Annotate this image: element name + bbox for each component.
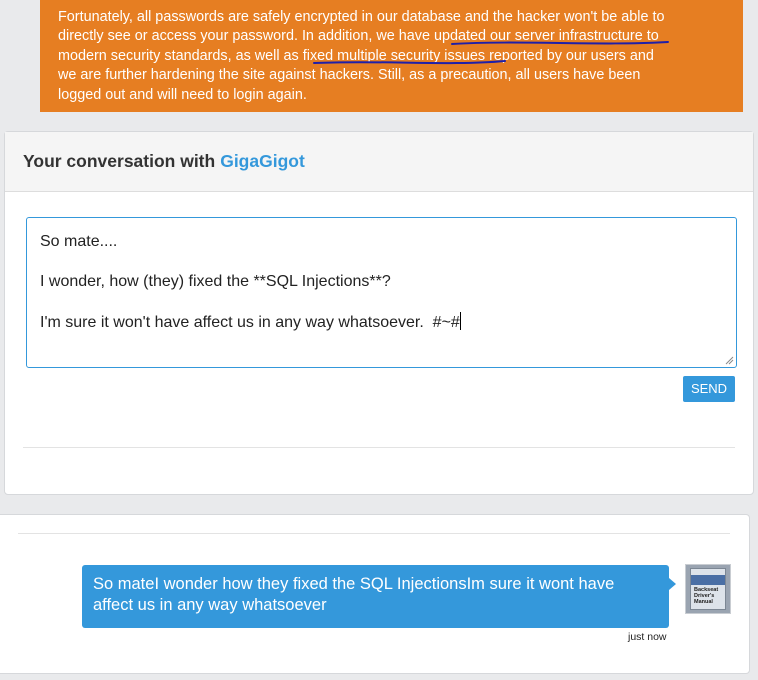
conversation-header: Your conversation with GigaGigot bbox=[5, 132, 753, 192]
textarea-line-text: I'm sure it won't have affect us in any … bbox=[40, 314, 460, 331]
send-button[interactable]: SEND bbox=[683, 376, 735, 402]
page: Fortunately, all passwords are safely en… bbox=[0, 0, 758, 680]
message-timestamp: just now bbox=[628, 631, 667, 643]
conversation-card: Your conversation with GigaGigot So mate… bbox=[4, 131, 754, 495]
avatar-book-title: Backseat Driver's Manual bbox=[694, 587, 719, 605]
message-bubble: So mateI wonder how they fixed the SQL I… bbox=[82, 565, 669, 628]
notice-line: Fortunately, all passwords are safely en… bbox=[58, 9, 665, 25]
message-list: So mateI wonder how they fixed the SQL I… bbox=[0, 514, 750, 674]
notice-line: directly see or access your password. In… bbox=[58, 28, 659, 45]
bubble-tail bbox=[669, 578, 676, 590]
conversation-title: Your conversation with bbox=[23, 151, 216, 171]
security-notice: Fortunately, all passwords are safely en… bbox=[40, 0, 743, 112]
text-caret bbox=[459, 312, 461, 330]
message-textarea[interactable]: So mate.... I wonder, how (they) fixed t… bbox=[26, 217, 737, 368]
notice-line: logged out and will need to login again. bbox=[58, 86, 307, 103]
divider bbox=[23, 447, 735, 448]
avatar[interactable]: Backseat Driver's Manual bbox=[685, 564, 731, 614]
textarea-line: I wonder, how (they) fixed the **SQL Inj… bbox=[40, 273, 391, 290]
resize-grip-icon[interactable] bbox=[725, 356, 734, 365]
book-cover-avatar-icon: Backseat Driver's Manual bbox=[690, 568, 726, 610]
divider bbox=[18, 533, 730, 534]
notice-line: we are further hardening the site agains… bbox=[58, 67, 641, 84]
notice-line: modern security standards, as well as fi… bbox=[58, 47, 654, 64]
conversation-username-link[interactable]: GigaGigot bbox=[220, 151, 305, 172]
book-stripe bbox=[691, 575, 725, 585]
textarea-line: I'm sure it won't have affect us in any … bbox=[40, 312, 723, 332]
textarea-line: So mate.... bbox=[40, 233, 118, 250]
